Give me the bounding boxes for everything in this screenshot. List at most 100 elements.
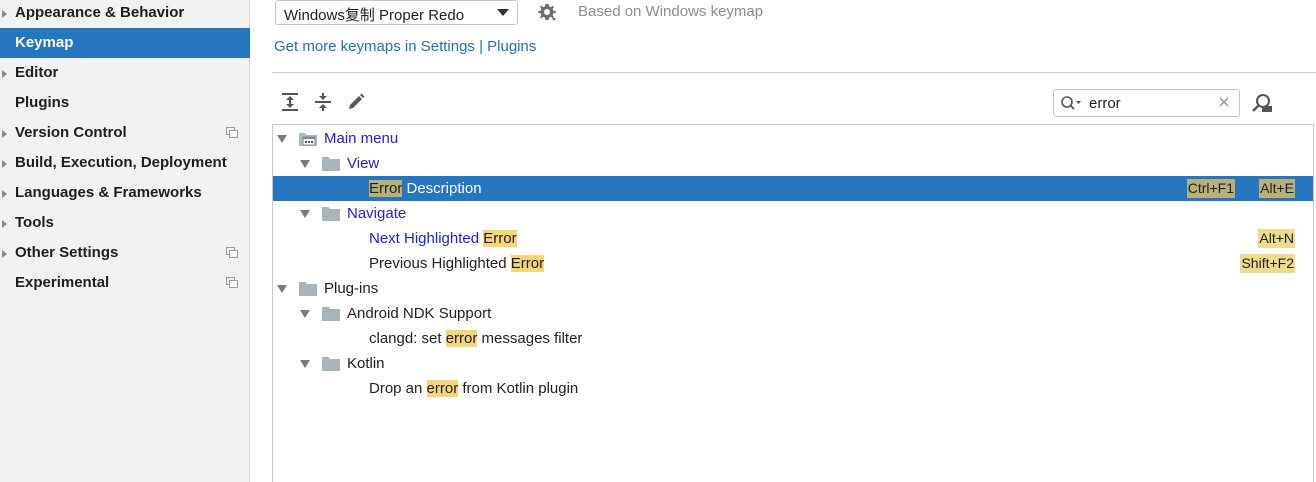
expand-all-icon[interactable] <box>280 92 300 112</box>
label-text: Next Highlighted <box>369 230 484 247</box>
label-text: Android NDK Support <box>347 305 492 322</box>
folder-icon <box>322 307 340 321</box>
sidebar-item-label: Tools <box>15 214 54 231</box>
sidebar-item-label: Keymap <box>15 34 74 51</box>
sidebar-item-tools[interactable]: Tools <box>0 208 250 238</box>
chevron-right-icon[interactable] <box>2 220 7 228</box>
search-field[interactable] <box>1053 89 1240 117</box>
keymap-tree: Main menu View Error Description Alt+E Ctrl+… <box>272 124 1314 482</box>
sidebar-item-editor[interactable]: Editor <box>0 58 250 88</box>
gear-icon[interactable] <box>537 2 557 22</box>
expand-arrow-icon[interactable] <box>300 160 310 168</box>
tree-row-label: Kotlin <box>347 351 385 376</box>
tree-action-row[interactable]: Next Highlighted Error Alt+N <box>273 226 1313 251</box>
sidebar-item-other-settings[interactable]: Other Settings <box>0 238 250 268</box>
sidebar-item-plugins[interactable]: Plugins <box>0 88 250 118</box>
tree-row-label: Navigate <box>347 201 406 226</box>
sidebar-item-label: Experimental <box>15 274 110 291</box>
tree-action-row[interactable]: clangd: set error messages filter <box>273 326 1313 351</box>
tree-row-label: Main menu <box>324 126 398 151</box>
expand-arrow-icon[interactable] <box>300 210 310 218</box>
tree-group-row[interactable]: View <box>273 151 1313 176</box>
based-on-label: Based on Windows keymap <box>578 3 764 20</box>
chevron-right-icon[interactable] <box>2 160 7 168</box>
label-text: clangd: set <box>369 330 446 347</box>
chevron-right-icon[interactable] <box>2 70 7 78</box>
folder-icon <box>322 157 340 171</box>
get-more-keymaps-link[interactable]: Get more keymaps in Settings | Plugins <box>274 38 536 55</box>
tree-group-row[interactable]: Plug-ins <box>273 276 1313 301</box>
tree-group-row[interactable]: Navigate <box>273 201 1313 226</box>
project-level-icon <box>226 127 238 138</box>
search-match: Error <box>483 230 517 247</box>
divider <box>272 72 1316 73</box>
search-icon[interactable] <box>1060 95 1082 111</box>
sidebar-item-label: Editor <box>15 64 59 81</box>
search-match: error <box>426 380 459 397</box>
sidebar-item-label: Build, Execution, Deployment <box>15 154 227 171</box>
label-text: from Kotlin plugin <box>458 380 579 397</box>
shortcut-badge: Shift+F2 <box>1240 254 1295 273</box>
sidebar-item-languages-frameworks[interactable]: Languages & Frameworks <box>0 178 250 208</box>
label-text: Kotlin <box>347 355 385 372</box>
tree-group-row[interactable]: Kotlin <box>273 351 1313 376</box>
search-match: error <box>445 330 478 347</box>
expand-arrow-icon[interactable] <box>277 285 287 293</box>
tree-row-label: Drop an error from Kotlin plugin <box>369 376 578 401</box>
main-menu-icon <box>299 133 317 146</box>
tree-row-label: View <box>347 151 379 176</box>
sidebar-item-build-execution-deployment[interactable]: Build, Execution, Deployment <box>0 148 250 178</box>
expand-arrow-icon[interactable] <box>300 360 310 368</box>
expand-arrow-icon[interactable] <box>277 135 287 143</box>
chevron-right-icon[interactable] <box>2 130 7 138</box>
folder-icon <box>322 357 340 371</box>
folder-icon <box>299 282 317 296</box>
expand-arrow-icon[interactable] <box>300 310 310 318</box>
chevron-right-icon[interactable] <box>2 250 7 258</box>
search-match: Error <box>510 255 545 272</box>
clear-icon[interactable] <box>1217 95 1231 109</box>
keymap-select-value: Windows复制 Proper Redo <box>284 7 465 24</box>
chevron-down-icon <box>497 9 509 16</box>
project-level-icon <box>226 247 238 258</box>
tree-row-label: clangd: set error messages filter <box>369 326 582 351</box>
shortcut-badge: Ctrl+F1 <box>1186 179 1235 198</box>
find-by-shortcut-icon[interactable] <box>1251 92 1273 114</box>
tree-action-row[interactable]: Error Description Alt+E Ctrl+F1 <box>273 176 1313 201</box>
label-text: Drop an <box>369 380 427 397</box>
sidebar-item-appearance-behavior[interactable]: Appearance & Behavior <box>0 0 250 28</box>
tree-row-label: Android NDK Support <box>347 301 491 326</box>
tree-row-label: Plug-ins <box>324 276 378 301</box>
sidebar-item-label: Appearance & Behavior <box>15 4 185 21</box>
tree-row-label: Error Description <box>369 176 482 201</box>
search-match: Error <box>369 180 403 197</box>
tree-action-row[interactable]: Previous Highlighted Error Shift+F2 <box>273 251 1313 276</box>
label-text: Plug-ins <box>324 280 379 297</box>
folder-icon <box>322 207 340 221</box>
project-level-icon <box>226 277 238 288</box>
chevron-right-icon[interactable] <box>2 190 7 198</box>
tree-action-row[interactable]: Drop an error from Kotlin plugin <box>273 376 1313 401</box>
sidebar-item-experimental[interactable]: Experimental <box>0 268 250 298</box>
search-input[interactable] <box>1089 94 1209 112</box>
tree-group-row[interactable]: Android NDK Support <box>273 301 1313 326</box>
label-text: Main menu <box>324 130 399 147</box>
sidebar-item-keymap[interactable]: Keymap <box>0 28 250 58</box>
chevron-right-icon[interactable] <box>2 10 7 18</box>
edit-icon[interactable] <box>346 92 366 112</box>
shortcut-badge: Alt+N <box>1258 229 1295 248</box>
label-text: View <box>347 155 380 172</box>
sidebar-item-label: Other Settings <box>15 244 119 261</box>
label-text: messages filter <box>477 330 583 347</box>
collapse-all-icon[interactable] <box>313 92 333 112</box>
sidebar-item-version-control[interactable]: Version Control <box>0 118 250 148</box>
tree-row-label: Next Highlighted Error <box>369 226 517 251</box>
settings-sidebar: Appearance & Behavior Keymap Editor Plugins… <box>0 0 250 482</box>
tree-group-row[interactable]: Main menu <box>273 126 1313 151</box>
label-text: Description <box>402 180 482 197</box>
label-text: Navigate <box>347 205 407 222</box>
sidebar-item-label: Plugins <box>15 94 70 111</box>
keymap-select[interactable]: Windows复制 Proper Redo <box>275 0 518 25</box>
tree-row-label: Previous Highlighted Error <box>369 251 545 276</box>
sidebar-item-label: Version Control <box>15 124 127 141</box>
